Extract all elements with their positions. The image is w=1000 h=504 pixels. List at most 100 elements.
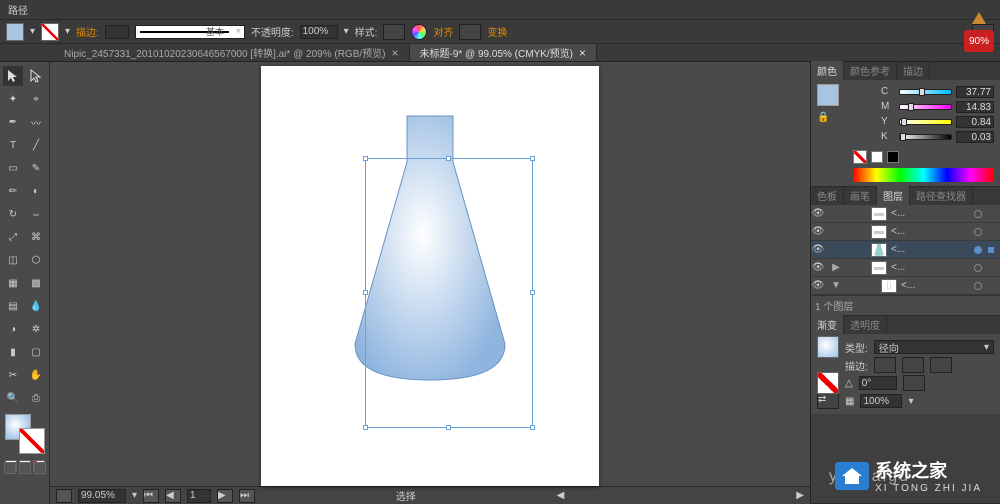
c-slider[interactable]: [899, 89, 952, 95]
reverse-gradient-icon[interactable]: ⇄: [817, 393, 839, 409]
shape-builder-tool[interactable]: ⬡: [26, 250, 46, 270]
tab-brushes[interactable]: 画笔: [844, 186, 877, 205]
tab-layers[interactable]: 图层: [877, 186, 910, 205]
dropdown-arrow-icon[interactable]: ▾: [65, 26, 70, 37]
slice-tool[interactable]: ✂: [3, 365, 23, 385]
target-icon[interactable]: [974, 264, 982, 272]
k-slider[interactable]: [899, 134, 952, 140]
stroke-swatch[interactable]: [41, 23, 59, 41]
stroke-grad-mode-1-icon[interactable]: [874, 357, 896, 373]
target-icon[interactable]: [974, 246, 982, 254]
width-tool[interactable]: ⌘: [26, 227, 46, 247]
recolor-button[interactable]: [411, 24, 427, 40]
flask-shape[interactable]: [345, 114, 515, 384]
graphic-style-dropdown[interactable]: [383, 24, 405, 40]
eyedropper-tool[interactable]: 💧: [26, 296, 46, 316]
m-value[interactable]: 14.83: [956, 101, 994, 113]
stroke-indicator[interactable]: [19, 428, 45, 454]
direct-selection-tool[interactable]: [26, 66, 46, 86]
dropdown-arrow-icon[interactable]: ▾: [344, 26, 349, 37]
layer-row[interactable]: 👁 ▼ ▯<...: [811, 277, 1000, 295]
gpu-preview-icon[interactable]: [56, 489, 72, 503]
disclosure-triangle-icon[interactable]: ▼: [831, 280, 841, 291]
draw-behind-icon[interactable]: [19, 462, 31, 474]
eraser-tool[interactable]: ◐: [26, 181, 46, 201]
target-icon[interactable]: [974, 228, 982, 236]
dropdown-arrow-icon[interactable]: ▾: [908, 396, 913, 407]
visibility-eye-icon[interactable]: 👁: [811, 279, 825, 293]
fill-swatch[interactable]: [6, 23, 24, 41]
visibility-eye-icon[interactable]: 👁: [811, 207, 825, 221]
dropdown-arrow-icon[interactable]: ▾: [30, 26, 35, 37]
artboard-prev-icon[interactable]: ◀: [165, 489, 181, 503]
align-label[interactable]: 对齐: [433, 24, 453, 39]
perspective-grid-tool[interactable]: ▦: [3, 273, 23, 293]
stop-opacity-input[interactable]: [860, 394, 902, 408]
free-transform-tool[interactable]: ◫: [3, 250, 23, 270]
sync-badge[interactable]: 90%: [964, 30, 994, 52]
tab-untitled-9[interactable]: 未标题-9* @ 99.05% (CMYK/预览)×: [410, 44, 598, 61]
stroke-grad-mode-2-icon[interactable]: [902, 357, 924, 373]
tab-stroke[interactable]: 描边: [897, 61, 930, 80]
stroke-grad-mode-3-icon[interactable]: [930, 357, 952, 373]
white-swatch-icon[interactable]: [871, 151, 883, 163]
print-tiling-tool[interactable]: ⎙: [26, 388, 46, 408]
visibility-eye-icon[interactable]: 👁: [811, 225, 825, 239]
draw-normal-icon[interactable]: [4, 462, 16, 474]
artboard[interactable]: [261, 66, 599, 486]
dropdown-arrow-icon[interactable]: ▾: [132, 490, 137, 501]
target-icon[interactable]: [974, 282, 982, 290]
tab-swatches[interactable]: 色板: [811, 186, 844, 205]
spectrum-bar[interactable]: [853, 168, 994, 182]
gradient-tool[interactable]: ▤: [3, 296, 23, 316]
stroke-profile-dropdown[interactable]: 基本▾: [135, 25, 245, 39]
line-tool[interactable]: ╱: [26, 135, 46, 155]
lasso-tool[interactable]: ⌖: [26, 89, 46, 109]
close-icon[interactable]: ×: [579, 46, 586, 60]
tab-gradient[interactable]: 渐变: [811, 315, 844, 334]
c-value[interactable]: 37.77: [956, 86, 994, 98]
column-graph-tool[interactable]: ▮: [3, 342, 23, 362]
pencil-tool[interactable]: ✏: [3, 181, 23, 201]
magic-wand-tool[interactable]: ✦: [3, 89, 23, 109]
rotate-tool[interactable]: ↻: [3, 204, 23, 224]
reflect-tool[interactable]: ⇔: [26, 204, 46, 224]
tab-color-guide[interactable]: 颜色参考: [844, 61, 897, 80]
artboard-index-input[interactable]: [187, 489, 211, 503]
blend-tool[interactable]: ◑: [3, 319, 23, 339]
black-swatch-icon[interactable]: [887, 151, 899, 163]
gradient-edit-swatch[interactable]: [817, 372, 839, 394]
target-icon[interactable]: [974, 210, 982, 218]
type-tool[interactable]: T: [3, 135, 23, 155]
tab-transparency[interactable]: 透明度: [844, 315, 887, 334]
curvature-tool[interactable]: 〰: [26, 112, 46, 132]
selection-tool[interactable]: [3, 66, 23, 86]
isolate-button[interactable]: [459, 24, 481, 40]
tab-pathfinder[interactable]: 路径查找器: [910, 186, 973, 205]
visibility-eye-icon[interactable]: 👁: [811, 243, 825, 257]
zoom-input[interactable]: [78, 489, 126, 503]
layer-row[interactable]: 👁 <...: [811, 241, 1000, 259]
none-swatch-icon[interactable]: [853, 150, 867, 164]
canvas-area[interactable]: ▾ ⏮ ◀ ▶ ⏭ 选择 ◀ ▶: [50, 62, 810, 504]
fill-preview-swatch[interactable]: [817, 84, 839, 106]
layer-row[interactable]: 👁 ▬<...: [811, 205, 1000, 223]
hand-tool[interactable]: ✋: [26, 365, 46, 385]
scroll-arrow-left-icon[interactable]: ◀: [557, 490, 565, 501]
visibility-eye-icon[interactable]: 👁: [811, 261, 825, 275]
artboard-first-icon[interactable]: ⏮: [143, 489, 159, 503]
y-value[interactable]: 0.84: [956, 116, 994, 128]
gradient-preview-swatch[interactable]: [817, 336, 839, 358]
zoom-tool[interactable]: 🔍: [3, 388, 23, 408]
layer-row[interactable]: 👁 ▶ ▬<...: [811, 259, 1000, 277]
k-value[interactable]: 0.03: [956, 131, 994, 143]
y-slider[interactable]: [899, 119, 952, 125]
scroll-arrow-right-icon[interactable]: ▶: [796, 490, 804, 501]
rectangle-tool[interactable]: ▭: [3, 158, 23, 178]
scale-tool[interactable]: ⤢: [3, 227, 23, 247]
mesh-tool[interactable]: ▩: [26, 273, 46, 293]
stroke-width-input[interactable]: [105, 25, 129, 39]
transform-label[interactable]: 变换: [487, 24, 507, 39]
artboard-tool[interactable]: ▢: [26, 342, 46, 362]
lock-icon[interactable]: 🔒: [817, 112, 831, 126]
